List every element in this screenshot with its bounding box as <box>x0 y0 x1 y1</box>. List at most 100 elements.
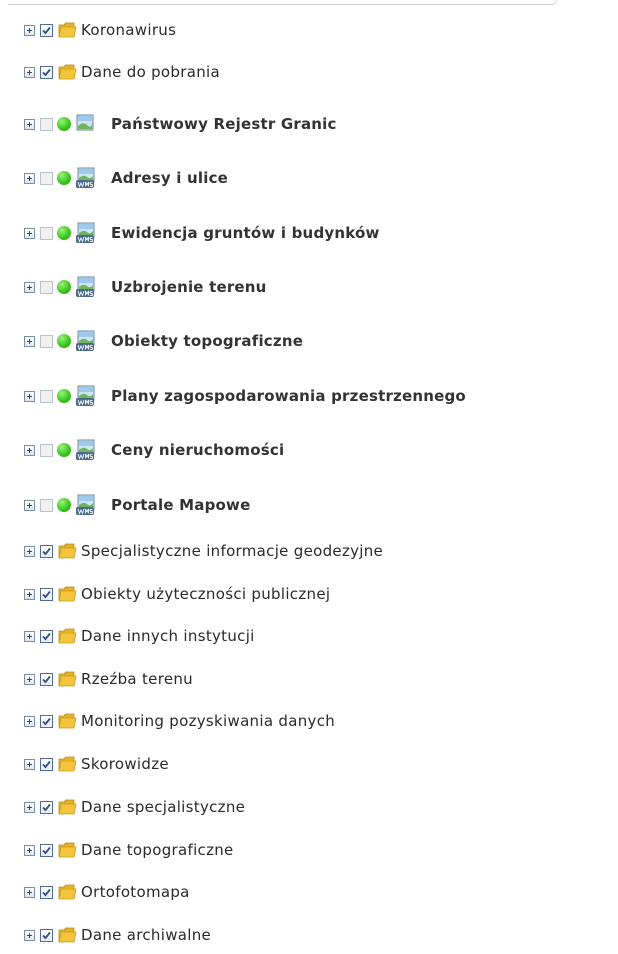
layer-checkbox[interactable] <box>40 928 53 942</box>
tree-item-folder[interactable]: Dane topograficzne <box>24 837 618 863</box>
expand-icon[interactable] <box>24 886 35 898</box>
tree-item-label[interactable]: Uzbrojenie terenu <box>111 278 267 296</box>
expand-icon[interactable] <box>24 335 35 347</box>
expand-icon[interactable] <box>24 172 35 184</box>
tree-item-folder[interactable]: Dane specjalistyczne <box>24 794 618 820</box>
layer-checkbox[interactable] <box>40 226 53 240</box>
tree-item-folder[interactable]: Specjalistyczne informacje geodezyjne <box>24 538 618 564</box>
layer-checkbox[interactable] <box>40 334 53 348</box>
layer-checkbox[interactable] <box>40 171 53 185</box>
tree-item-folder[interactable]: Dane archiwalne <box>24 922 618 948</box>
tree-item-layer[interactable]: Portale Mapowe <box>24 492 618 518</box>
expand-icon[interactable] <box>24 715 35 727</box>
expand-icon[interactable] <box>24 444 35 456</box>
folder-icon <box>57 627 77 645</box>
tree-item-label[interactable]: Dane topograficzne <box>81 841 234 859</box>
layer-checkbox[interactable] <box>40 629 53 643</box>
layer-checkbox[interactable] <box>40 800 53 814</box>
tree-item-layer[interactable]: Obiekty topograficzne <box>24 328 618 354</box>
wms-layer-icon <box>75 385 97 407</box>
tree-item-label[interactable]: Plany zagospodarowania przestrzennego <box>111 387 466 405</box>
expand-icon[interactable] <box>24 929 35 941</box>
tree-item-label[interactable]: Portale Mapowe <box>111 496 250 514</box>
expand-icon[interactable] <box>24 118 35 130</box>
tree-item-label[interactable]: Ortofotomapa <box>81 883 190 901</box>
tree-item-layer[interactable]: Ewidencja gruntów i budynków <box>24 220 618 246</box>
layer-checkbox[interactable] <box>40 757 53 771</box>
tree-item-label[interactable]: Państwowy Rejestr Granic <box>111 115 337 133</box>
status-dot-icon <box>57 171 71 185</box>
layer-checkbox[interactable] <box>40 587 53 601</box>
folder-icon <box>57 883 77 901</box>
expand-icon[interactable] <box>24 801 35 813</box>
layer-checkbox[interactable] <box>40 117 53 131</box>
layer-checkbox[interactable] <box>40 498 53 512</box>
tree-item-folder[interactable]: Rzeźba terenu <box>24 666 618 692</box>
layer-checkbox[interactable] <box>40 672 53 686</box>
layer-checkbox[interactable] <box>40 389 53 403</box>
layer-checkbox[interactable] <box>40 544 53 558</box>
tree-item-label[interactable]: Dane do pobrania <box>81 63 220 81</box>
tree-item-label[interactable]: Dane innych instytucji <box>81 627 255 645</box>
tree-item-label[interactable]: Obiekty użyteczności publicznej <box>81 585 330 603</box>
expand-icon[interactable] <box>24 227 35 239</box>
tree-item-label[interactable]: Skorowidze <box>81 755 169 773</box>
tree-item-label[interactable]: Adresy i ulice <box>111 169 228 187</box>
layer-checkbox[interactable] <box>40 65 53 79</box>
wms-layer-icon <box>75 167 97 189</box>
tree-item-folder[interactable]: Skorowidze <box>24 751 618 777</box>
tree-item-label[interactable]: Obiekty topograficzne <box>111 332 303 350</box>
tree-item-layer[interactable]: Ceny nieruchomości <box>24 437 618 463</box>
expand-icon[interactable] <box>24 588 35 600</box>
tree-item-folder[interactable]: Dane do pobrania <box>24 59 618 85</box>
layer-checkbox[interactable] <box>40 714 53 728</box>
tree-item-folder[interactable]: Monitoring pozyskiwania danych <box>24 708 618 734</box>
expand-icon[interactable] <box>24 844 35 856</box>
tree-item-folder[interactable]: Ortofotomapa <box>24 879 618 905</box>
expand-icon[interactable] <box>24 499 35 511</box>
tree-item-folder[interactable]: Obiekty użyteczności publicznej <box>24 581 618 607</box>
wms-layer-icon <box>75 222 97 244</box>
expand-icon[interactable] <box>24 758 35 770</box>
folder-icon <box>57 926 77 944</box>
tree-item-layer[interactable]: Adresy i ulice <box>24 165 618 191</box>
wms-layer-icon <box>75 439 97 461</box>
folder-icon <box>57 841 77 859</box>
panel-top-border <box>8 0 557 5</box>
tree-item-label[interactable]: Monitoring pozyskiwania danych <box>81 712 335 730</box>
tree-item-layer[interactable]: Plany zagospodarowania przestrzennego <box>24 383 618 409</box>
folder-icon <box>57 798 77 816</box>
layer-checkbox[interactable] <box>40 23 53 37</box>
tree-item-folder[interactable]: Koronawirus <box>24 17 618 43</box>
status-dot-icon <box>57 117 71 131</box>
folder-icon <box>57 63 77 81</box>
tree-item-folder[interactable]: Dane innych instytucji <box>24 623 618 649</box>
status-dot-icon <box>57 498 71 512</box>
status-dot-icon <box>57 226 71 240</box>
tree-item-label[interactable]: Rzeźba terenu <box>81 670 193 688</box>
layer-checkbox[interactable] <box>40 843 53 857</box>
tree-item-label[interactable]: Specjalistyczne informacje geodezyjne <box>81 542 383 560</box>
layer-checkbox[interactable] <box>40 280 53 294</box>
folder-icon <box>57 542 77 560</box>
folder-icon <box>57 755 77 773</box>
tree-item-label[interactable]: Dane archiwalne <box>81 926 211 944</box>
folder-icon <box>57 670 77 688</box>
tree-item-layer[interactable]: Uzbrojenie terenu <box>24 274 618 300</box>
layer-checkbox[interactable] <box>40 885 53 899</box>
wms-layer-icon <box>75 494 97 516</box>
tree-item-label[interactable]: Ceny nieruchomości <box>111 441 284 459</box>
expand-icon[interactable] <box>24 281 35 293</box>
expand-icon[interactable] <box>24 630 35 642</box>
expand-icon[interactable] <box>24 24 35 36</box>
tree-item-label[interactable]: Ewidencja gruntów i budynków <box>111 224 380 242</box>
expand-icon[interactable] <box>24 545 35 557</box>
status-dot-icon <box>57 334 71 348</box>
expand-icon[interactable] <box>24 390 35 402</box>
tree-item-layer[interactable]: Państwowy Rejestr Granic <box>24 111 618 137</box>
layer-checkbox[interactable] <box>40 443 53 457</box>
expand-icon[interactable] <box>24 66 35 78</box>
tree-item-label[interactable]: Koronawirus <box>81 21 176 39</box>
expand-icon[interactable] <box>24 673 35 685</box>
tree-item-label[interactable]: Dane specjalistyczne <box>81 798 245 816</box>
